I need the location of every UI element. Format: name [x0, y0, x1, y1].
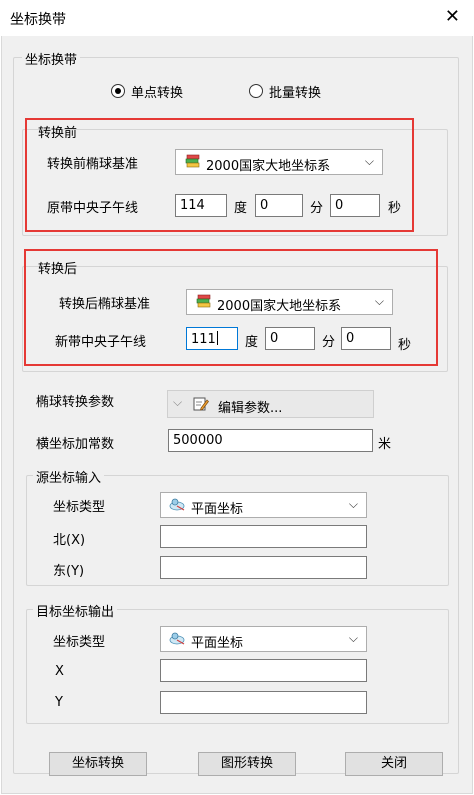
source-type-value: 平面坐标 [191, 502, 244, 517]
after-minute-unit: 分 [322, 335, 336, 350]
before-second-input[interactable]: 0 [330, 194, 380, 217]
after-ellipsoid-select[interactable]: 2000国家大地坐标系 ⌵ [186, 289, 393, 315]
convert-button[interactable]: 坐标转换 [49, 752, 147, 776]
params-label: 椭球转换参数 [36, 395, 115, 410]
window-title: 坐标换带 [10, 12, 66, 28]
group-before-label: 转换前 [38, 126, 78, 141]
source-type-select[interactable]: 平面坐标 ⌵ [160, 492, 367, 518]
target-x-input[interactable] [160, 659, 367, 682]
before-second-unit: 秒 [388, 201, 402, 216]
after-second-unit: 秒 [398, 338, 412, 353]
edit-icon [193, 397, 209, 411]
radio-single[interactable] [111, 84, 125, 98]
graphic-convert-button[interactable]: 图形转换 [198, 752, 296, 776]
chevron-down-icon: ⌵ [348, 631, 358, 645]
target-y-label: Y [55, 695, 63, 710]
before-minute-input[interactable]: 0 [255, 194, 303, 217]
after-meridian-label: 新带中央子午线 [55, 335, 147, 350]
group-coordinate-zone-label: 坐标换带 [22, 49, 81, 68]
source-north-input[interactable] [160, 525, 367, 548]
before-ellipsoid-select[interactable]: 2000国家大地坐标系 ⌵ [175, 149, 383, 175]
before-ellipsoid-label: 转换前椭球基准 [47, 157, 139, 172]
after-second-input[interactable]: 0 [341, 327, 391, 350]
before-degree-value: 114 [180, 198, 205, 213]
target-x-label: X [55, 664, 64, 679]
source-east-input[interactable] [160, 556, 367, 579]
edit-params-button[interactable]: ⌵ 编辑参数... [167, 390, 374, 418]
after-ellipsoid-label: 转换后椭球基准 [59, 297, 151, 312]
target-type-label: 坐标类型 [53, 635, 106, 650]
chevron-down-icon: ⌵ [173, 395, 183, 409]
target-type-value: 平面坐标 [191, 636, 244, 651]
after-degree-unit: 度 [245, 335, 259, 350]
before-degree-unit: 度 [234, 201, 248, 216]
coordinate-icon [169, 498, 185, 511]
before-minute-unit: 分 [310, 201, 324, 216]
title-bar: 坐标换带 ✕ [0, 0, 474, 36]
close-icon[interactable]: ✕ [445, 6, 460, 27]
false-easting-label: 横坐标加常数 [36, 437, 115, 452]
radio-single-dot [115, 88, 121, 94]
before-second-value: 0 [335, 198, 344, 213]
before-degree-input[interactable]: 114 [175, 194, 227, 217]
chevron-down-icon: ⌵ [364, 154, 374, 168]
false-easting-value: 500000 [173, 433, 223, 448]
chevron-down-icon: ⌵ [374, 294, 384, 308]
after-degree-value: 111 [191, 332, 216, 347]
after-ellipsoid-value: 2000国家大地坐标系 [217, 299, 342, 314]
before-meridian-label: 原带中央子午线 [47, 201, 139, 216]
group-target-label: 目标坐标输出 [33, 601, 118, 620]
dialog-client: 坐标换带 单点转换 批量转换 转换前 转换前椭球基准 2000国家大地坐标系 ⌵… [1, 36, 473, 794]
radio-batch-label[interactable]: 批量转换 [269, 82, 321, 101]
coordinate-icon [169, 632, 185, 645]
source-east-label: 东(Y) [53, 564, 85, 579]
after-degree-input[interactable]: 111 [186, 327, 238, 350]
after-minute-value: 0 [270, 331, 279, 346]
group-source-label: 源坐标输入 [33, 467, 105, 486]
before-minute-value: 0 [260, 198, 269, 213]
edit-params-label: 编辑参数... [218, 401, 283, 416]
false-easting-input[interactable]: 500000 [168, 429, 373, 452]
target-type-select[interactable]: 平面坐标 ⌵ [160, 626, 367, 652]
close-button[interactable]: 关闭 [345, 752, 443, 776]
layers-icon [196, 294, 211, 308]
radio-single-label[interactable]: 单点转换 [131, 82, 183, 101]
after-second-value: 0 [346, 331, 355, 346]
layers-icon [185, 154, 200, 168]
false-easting-unit: 米 [378, 437, 392, 452]
radio-batch[interactable] [249, 84, 263, 98]
text-caret [216, 331, 218, 345]
chevron-down-icon: ⌵ [348, 497, 358, 511]
group-after-label: 转换后 [38, 262, 78, 277]
source-type-label: 坐标类型 [53, 500, 106, 515]
after-minute-input[interactable]: 0 [265, 327, 315, 350]
target-y-input[interactable] [160, 691, 367, 714]
source-north-label: 北(X) [53, 533, 86, 548]
before-ellipsoid-value: 2000国家大地坐标系 [206, 159, 331, 174]
